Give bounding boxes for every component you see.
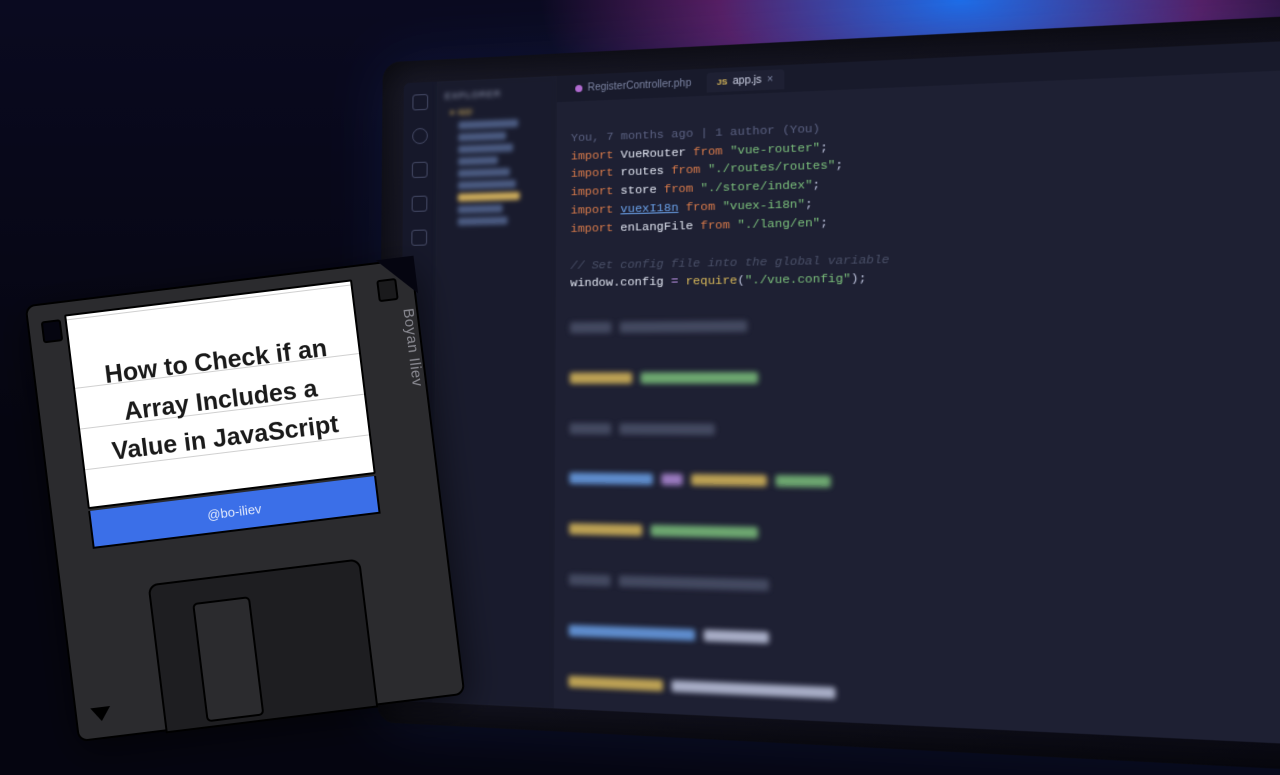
floppy-shutter: [148, 558, 379, 733]
files-icon: [412, 94, 428, 111]
laptop: EXPLORER ▸ app RegisterController.php: [377, 11, 1280, 775]
floppy-label: How to Check if an Array Includes a Valu…: [64, 279, 376, 509]
tab-label: app.js: [733, 74, 762, 87]
explorer-file: [458, 156, 498, 165]
floppy-notch-left: [41, 319, 64, 343]
php-icon: [575, 84, 582, 91]
explorer-file: [458, 143, 513, 153]
search-icon: [412, 128, 428, 145]
floppy-disk: How to Check if an Array Includes a Valu…: [25, 258, 466, 742]
blurred-code: [568, 282, 1280, 747]
close-icon[interactable]: ×: [767, 73, 773, 85]
explorer-file: [458, 192, 520, 202]
source-control-icon: [412, 162, 428, 178]
floppy-notch-right: [376, 278, 399, 302]
laptop-bezel: EXPLORER ▸ app RegisterController.php: [377, 11, 1280, 775]
explorer-file: [458, 204, 503, 213]
tab-register-controller[interactable]: RegisterController.php: [565, 73, 702, 99]
floppy-handle: @bo-iliev: [206, 501, 262, 523]
explorer-file: [458, 119, 518, 129]
code-area: You, 7 months ago | 1 author (You) impor…: [554, 67, 1280, 747]
code-editor: RegisterController.php JS app.js × You, …: [554, 38, 1280, 748]
explorer-header: EXPLORER: [445, 86, 549, 101]
tab-label: RegisterController.php: [588, 77, 692, 93]
explorer-root-folder: ▸ app: [451, 103, 549, 118]
floppy-shutter-slot: [192, 596, 264, 722]
explorer-file: [458, 168, 510, 178]
debug-icon: [412, 196, 428, 212]
explorer-file: [458, 180, 516, 190]
tab-app-js[interactable]: JS app.js ×: [706, 69, 784, 92]
editor-screen: EXPLORER ▸ app RegisterController.php: [399, 38, 1280, 748]
js-icon: JS: [717, 77, 727, 87]
extensions-icon: [411, 230, 427, 246]
floppy-title: How to Check if an Array Includes a Valu…: [88, 327, 354, 473]
explorer-file: [458, 132, 506, 142]
explorer-file: [458, 216, 508, 225]
